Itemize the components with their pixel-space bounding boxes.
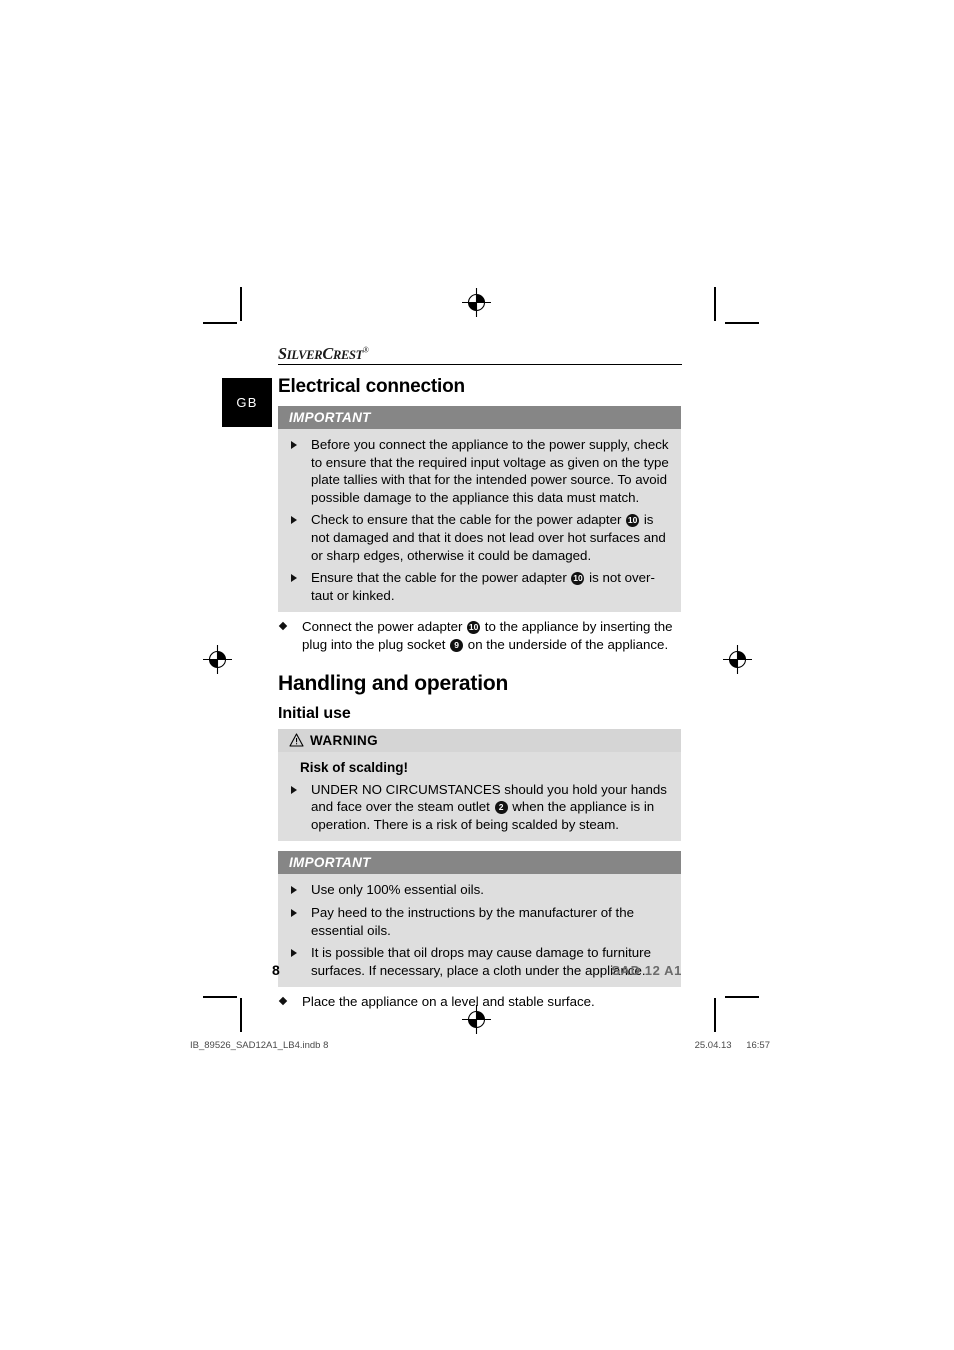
language-tab-label: GB: [236, 395, 258, 410]
section-title-electrical-connection: Electrical connection: [278, 376, 465, 397]
reference-number-badge: 10: [467, 621, 481, 635]
diamond-bullet-icon: [278, 997, 288, 1006]
print-slug: IB_89526_SAD12A1_LB4.indb 8 25.04.13 16:…: [190, 1040, 770, 1051]
list-item: Pay heed to the instructions by the manu…: [289, 904, 671, 939]
triangle-bullet-icon: [291, 785, 297, 794]
list-item-text: Connect the power adapter 10 to the appl…: [302, 619, 673, 652]
page-footer: 8 SAD 12 A1: [222, 962, 682, 978]
important-notice-list: Before you connect the appliance to the …: [289, 436, 671, 604]
initial-use-action-list: Place the appliance on a level and stabl…: [278, 993, 682, 1011]
warning-notice-list: UNDER NO CIRCUMSTANCES should you hold y…: [289, 781, 671, 834]
print-slug-date: 25.04.13: [694, 1040, 732, 1051]
list-item: Ensure that the cable for the power adap…: [289, 569, 671, 604]
important-notice-header: IMPORTANT: [278, 406, 681, 429]
important-notice-electrical: IMPORTANT Before you connect the applian…: [278, 406, 681, 613]
registration-target-top: [462, 288, 491, 317]
chapter-title-handling-and-operation: Handling and operation: [278, 671, 509, 695]
triangle-bullet-icon: [291, 574, 297, 583]
warning-notice-header-label: WARNING: [310, 732, 379, 748]
warning-notice-header: WARNING: [278, 728, 681, 752]
page-content: Electrical connection IMPORTANT Before y…: [222, 366, 682, 1011]
page-number: 8: [272, 962, 280, 978]
crop-mark-top-left-horizontal: [203, 322, 237, 324]
print-slug-timestamp: 25.04.13 16:57: [683, 1040, 770, 1051]
list-item: Before you connect the appliance to the …: [289, 436, 671, 506]
list-item: Connect the power adapter 10 to the appl…: [278, 618, 682, 653]
reference-number-badge: 2: [494, 801, 508, 815]
brand-header: SILVERCREST®: [222, 344, 682, 366]
triangle-bullet-icon: [291, 441, 297, 449]
list-item-text: Check to ensure that the cable for the p…: [311, 512, 666, 563]
diamond-bullet-icon: [278, 622, 288, 631]
silvercrest-logo: SILVERCREST®: [278, 344, 369, 363]
reference-number-badge: 10: [626, 514, 640, 528]
important-notice-body: Before you connect the appliance to the …: [278, 429, 681, 613]
warning-triangle-icon: [289, 733, 304, 747]
list-item-text: Pay heed to the instructions by the manu…: [311, 904, 635, 938]
triangle-bullet-icon: [291, 908, 297, 917]
crop-mark-bottom-right-horizontal: [725, 996, 759, 998]
warning-subheading: Risk of scalding!: [300, 759, 409, 775]
manual-page: SILVERCREST® GB Electrical connection IM…: [222, 344, 682, 1013]
crop-mark-top-left-vertical: [240, 287, 242, 321]
language-tab-gb: GB: [222, 378, 272, 427]
list-item-text: Use only 100% essential oils.: [311, 882, 484, 898]
subsection-title-initial-use: Initial use: [278, 704, 351, 722]
reference-number-badge: 9: [450, 638, 464, 652]
list-item-text: Place the appliance on a level and stabl…: [302, 994, 595, 1010]
reference-number-badge: 10: [571, 572, 585, 586]
electrical-action-list: Connect the power adapter 10 to the appl…: [278, 618, 682, 653]
model-name: SAD 12 A1: [611, 963, 682, 978]
list-item-text: Ensure that the cable for the power adap…: [311, 570, 655, 603]
triangle-bullet-icon: [291, 949, 297, 958]
list-item: Check to ensure that the cable for the p…: [289, 511, 671, 564]
warning-notice-body: Risk of scalding! UNDER NO CIRCUMSTANCES…: [278, 751, 681, 842]
list-item-text: UNDER NO CIRCUMSTANCES should you hold y…: [311, 781, 667, 832]
crop-mark-bottom-right-vertical: [714, 998, 716, 1032]
warning-notice-scalding: WARNING Risk of scalding! UNDER NO CIRCU…: [278, 728, 681, 842]
list-item: UNDER NO CIRCUMSTANCES should you hold y…: [289, 781, 671, 834]
triangle-bullet-icon: [291, 516, 297, 525]
crop-mark-top-right-vertical: [714, 287, 716, 321]
print-slug-time: 16:57: [746, 1040, 770, 1051]
list-item: Place the appliance on a level and stabl…: [278, 993, 682, 1011]
triangle-bullet-icon: [291, 886, 297, 895]
crop-mark-top-right-horizontal: [725, 322, 759, 324]
header-rule: [278, 364, 682, 365]
list-item: Use only 100% essential oils.: [289, 881, 671, 899]
list-item-text: Before you connect the appliance to the …: [311, 437, 669, 505]
important-notice-header-2: IMPORTANT: [278, 851, 681, 875]
registration-target-right: [723, 645, 752, 674]
print-slug-filename: IB_89526_SAD12A1_LB4.indb 8: [190, 1040, 329, 1051]
